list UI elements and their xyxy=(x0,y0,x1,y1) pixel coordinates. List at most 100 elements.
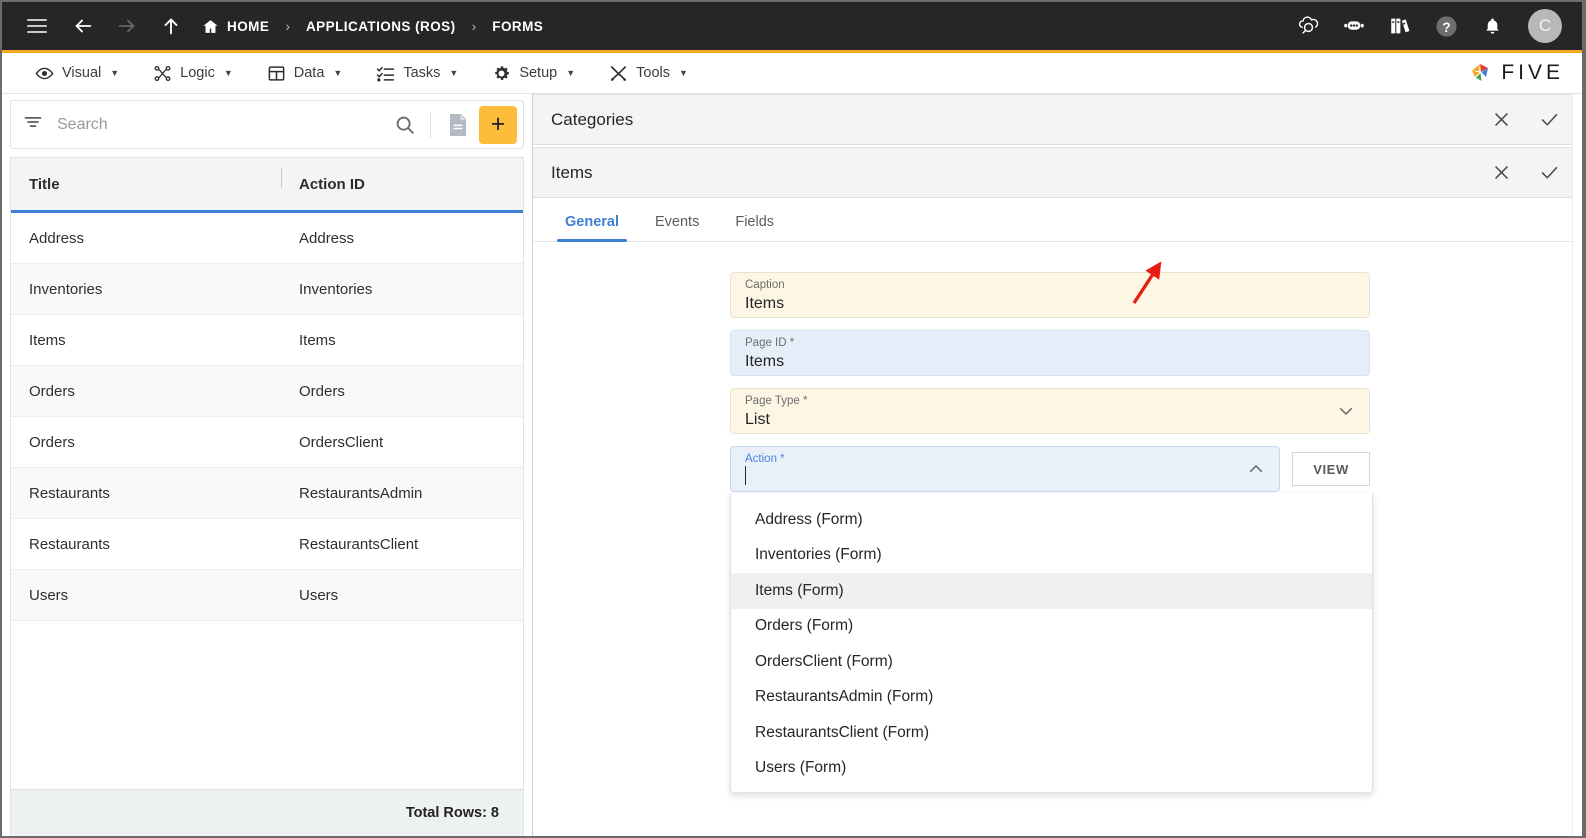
menu-item-data[interactable]: Data ▼ xyxy=(250,53,360,93)
menu-item-tools[interactable]: Tools ▼ xyxy=(592,53,705,93)
field-column: Caption Items Page ID * Items Page Type … xyxy=(730,272,1370,504)
chevron-down-icon: ▼ xyxy=(566,68,576,78)
back-arrow-icon[interactable] xyxy=(66,9,100,43)
action-field-value xyxy=(745,466,1265,490)
table-row[interactable]: Items Items xyxy=(11,315,523,366)
up-arrow-icon[interactable] xyxy=(154,9,188,43)
dropdown-option[interactable]: RestaurantsAdmin (Form) xyxy=(731,680,1372,716)
menu-item-visual[interactable]: Visual ▼ xyxy=(18,53,136,93)
table-row[interactable]: Address Address xyxy=(11,213,523,264)
chevron-down-icon[interactable] xyxy=(1337,402,1355,420)
menu-item-label: Data xyxy=(293,65,325,81)
main-menu-bar: Visual ▼ Logic ▼ Data ▼ Tasks ▼ Setup ▼ … xyxy=(2,50,1582,94)
search-toolbar: + xyxy=(10,100,524,149)
dropdown-option[interactable]: Inventories (Form) xyxy=(731,538,1372,574)
menu-item-setup[interactable]: Setup ▼ xyxy=(475,53,592,93)
avatar[interactable]: C xyxy=(1528,9,1562,43)
chevron-down-icon: ▼ xyxy=(110,68,120,78)
top-navigation-bar: HOME › APPLICATIONS (ROS) › FORMS ? C xyxy=(2,2,1582,50)
page-id-field-value: Items xyxy=(745,353,785,370)
filter-icon[interactable] xyxy=(23,112,43,137)
page-id-field[interactable]: Page ID * Items xyxy=(730,330,1370,376)
breadcrumb-item-applications[interactable]: APPLICATIONS (ROS) xyxy=(306,19,456,34)
cell-action-id: Inventories xyxy=(299,280,373,298)
text-cursor xyxy=(745,466,746,485)
menu-item-tasks[interactable]: Tasks ▼ xyxy=(359,53,475,93)
chatbot-icon[interactable] xyxy=(1340,12,1368,40)
dropdown-option-highlighted[interactable]: Items (Form) xyxy=(731,573,1372,609)
action-field-label: Action * xyxy=(745,453,785,465)
cell-title: Restaurants xyxy=(29,535,110,553)
tab-general[interactable]: General xyxy=(551,214,633,242)
search-icon[interactable] xyxy=(390,110,420,140)
dropdown-option[interactable]: OrdersClient (Form) xyxy=(731,644,1372,680)
cell-action-id: Orders xyxy=(299,382,345,400)
total-rows-footer: Total Rows: 8 xyxy=(10,789,524,836)
caption-field-label: Caption xyxy=(745,279,785,291)
forward-arrow-icon[interactable] xyxy=(110,9,144,43)
breadcrumb-label: APPLICATIONS (ROS) xyxy=(305,18,456,34)
menu-item-label: Visual xyxy=(62,65,102,81)
help-icon[interactable]: ? xyxy=(1432,12,1460,40)
top-bar-actions: ? C xyxy=(1294,9,1568,43)
action-field[interactable]: Action * xyxy=(730,446,1280,492)
check-icon[interactable] xyxy=(1538,162,1560,184)
caption-field[interactable]: Caption Items xyxy=(730,272,1370,318)
table-row[interactable]: Restaurants RestaurantsAdmin xyxy=(11,468,523,519)
breadcrumb-item-forms[interactable]: FORMS xyxy=(492,19,543,34)
cell-title: Orders xyxy=(29,433,75,451)
application-window: HOME › APPLICATIONS (ROS) › FORMS ? C Vi… xyxy=(2,2,1582,836)
chevron-down-icon: ▼ xyxy=(333,68,343,78)
notification-bell-icon[interactable] xyxy=(1478,12,1506,40)
menu-icon[interactable] xyxy=(20,9,54,43)
table-row[interactable]: Restaurants RestaurantsClient xyxy=(11,519,523,570)
table-row[interactable]: Inventories Inventories xyxy=(11,264,523,315)
library-books-icon[interactable] xyxy=(1386,12,1414,40)
brand-name: FIVE xyxy=(1501,61,1564,84)
table-row[interactable]: Users Users xyxy=(11,570,523,621)
action-dropdown-list[interactable]: Address (Form) Inventories (Form) Items … xyxy=(730,493,1373,793)
chevron-down-icon: ▼ xyxy=(449,68,459,78)
tab-fields[interactable]: Fields xyxy=(721,214,788,241)
dropdown-option[interactable]: Orders (Form) xyxy=(731,609,1372,645)
menu-item-logic[interactable]: Logic ▼ xyxy=(136,53,250,93)
breadcrumb-label: FORMS xyxy=(492,18,544,34)
column-header-title[interactable]: Title xyxy=(11,176,281,193)
items-header: Items xyxy=(533,147,1582,198)
menu-item-label: Tools xyxy=(636,65,670,81)
table-row[interactable]: Orders OrdersClient xyxy=(11,417,523,468)
page-type-field[interactable]: Page Type * List xyxy=(730,388,1370,434)
detail-tabs: General Events Fields xyxy=(533,198,1582,242)
column-header-action-id[interactable]: Action ID xyxy=(281,167,523,193)
grid-empty-space xyxy=(11,621,523,789)
cell-title: Items xyxy=(29,331,66,349)
table-icon xyxy=(267,64,286,83)
sub-page-title: Items xyxy=(551,162,593,182)
dropdown-option[interactable]: Users (Form) xyxy=(731,751,1372,787)
add-record-button[interactable]: + xyxy=(479,105,517,144)
dropdown-option[interactable]: RestaurantsClient (Form) xyxy=(731,715,1372,751)
close-icon[interactable] xyxy=(1490,162,1512,184)
page-type-field-value: List xyxy=(745,411,770,428)
view-button[interactable]: VIEW xyxy=(1292,452,1370,486)
checklist-icon xyxy=(376,64,395,83)
cell-action-id: RestaurantsAdmin xyxy=(299,484,423,502)
breadcrumb-item-home[interactable]: HOME xyxy=(202,18,269,35)
search-input[interactable] xyxy=(57,115,390,134)
menu-item-label: Logic xyxy=(180,65,215,81)
toolbar-divider xyxy=(430,111,431,138)
document-icon[interactable] xyxy=(441,108,475,142)
general-form: Caption Items Page ID * Items Page Type … xyxy=(533,242,1582,836)
grid-header-row: Title Action ID xyxy=(11,158,523,213)
cloud-search-icon[interactable] xyxy=(1294,12,1322,40)
check-icon[interactable] xyxy=(1538,109,1560,131)
table-row[interactable]: Orders Orders xyxy=(11,366,523,417)
dropdown-option[interactable]: Address (Form) xyxy=(731,502,1372,538)
cell-title: Orders xyxy=(29,382,75,400)
vertical-scrollbar[interactable] xyxy=(1572,94,1582,836)
page-title: Categories xyxy=(551,109,634,129)
tab-events[interactable]: Events xyxy=(641,214,713,241)
close-icon[interactable] xyxy=(1490,109,1512,131)
svg-text:?: ? xyxy=(1442,19,1450,34)
chevron-up-icon[interactable] xyxy=(1247,460,1265,478)
